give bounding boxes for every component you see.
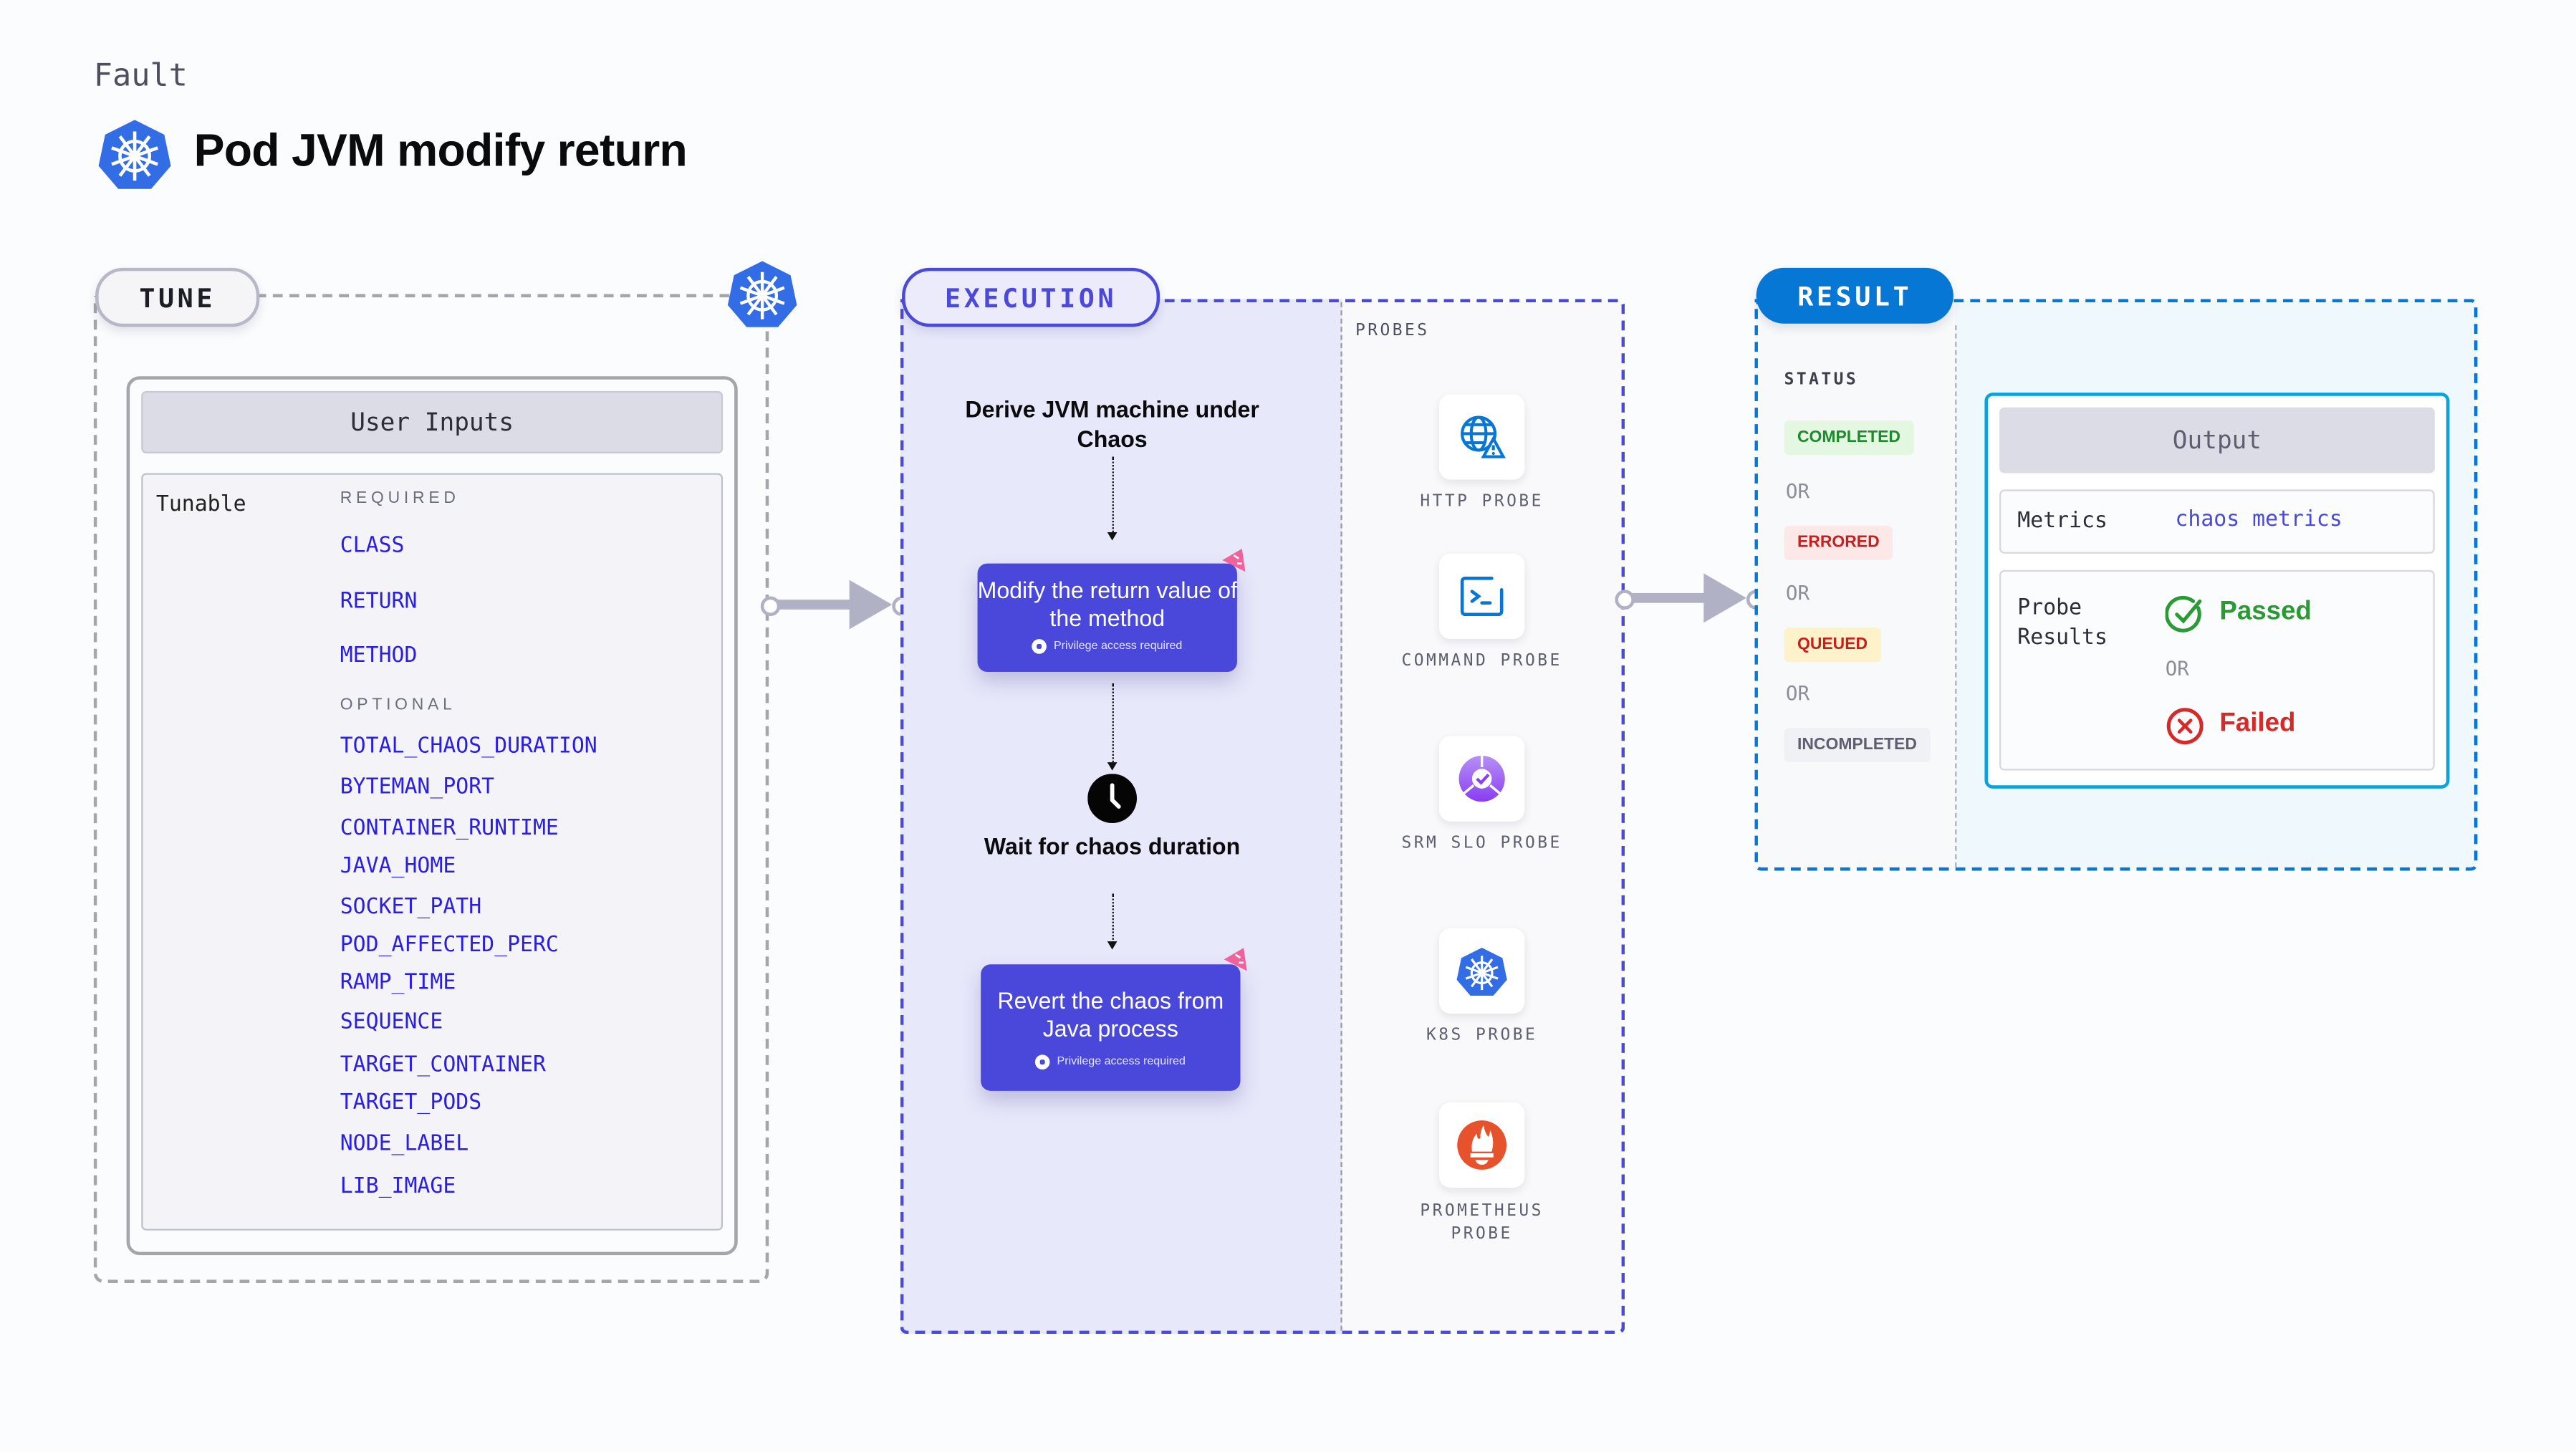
lock-icon [1032,639,1047,654]
prometheus-icon [1457,1120,1507,1170]
status-label: STATUS [1784,371,1859,390]
probe-k8s-label: K8S PROBE [1426,1027,1538,1045]
output-title: Output [1999,407,2435,473]
param-optional: TARGET_CONTAINER [340,1053,546,1078]
param-optional: SOCKET_PATH [340,895,482,920]
probe-k8s[interactable] [1439,928,1525,1014]
privilege-note: Privilege access required [978,639,1237,654]
probe-results-label-2: Results [2017,625,2108,651]
status-badge-errored: ERRORED [1784,525,1893,561]
probe-srm-slo-label: SRM SLO PROBE [1401,835,1562,853]
terminal-icon [1460,576,1504,617]
globe-warning-icon [1461,415,1506,458]
step-modify-card: Modify the return value of the method Pr… [977,563,1237,673]
step-derive: Derive JVM machine under Chaos [965,395,1259,452]
status-badge-queued: QUEUED [1784,628,1881,663]
param-optional: RAMP_TIME [340,971,456,996]
tunable-label: Tunable [155,493,246,518]
probe-prometheus-label: PROMETHEUS PROBE [1420,1202,1544,1244]
metrics-value[interactable]: chaos metrics [2175,508,2342,532]
chaos-tag-icon [1222,548,1246,572]
check-circle-icon [2165,595,2202,633]
kubernetes-icon [727,261,797,327]
probe-prometheus[interactable] [1439,1102,1525,1188]
flow-line [1112,683,1114,763]
fault-diagram: Fault Pod JVM modify return TUNE User In… [0,0,2576,1452]
param-required: METHOD [340,644,418,669]
or-label: OR [1785,581,1810,605]
chaos-tag-icon [1224,948,1247,971]
user-inputs-title: User Inputs [141,390,724,453]
result-passed: Passed [2219,597,2312,626]
kubernetes-icon [1456,946,1507,995]
result-failed: Failed [2219,709,2296,738]
flow-arrow [1107,532,1118,541]
param-optional: JAVA_HOME [340,854,456,879]
flow-arrow [1107,941,1118,950]
probe-command-label: COMMAND PROBE [1401,652,1562,670]
privilege-text: Privilege access required [1057,1056,1186,1068]
x-circle-icon [2166,708,2203,745]
kubernetes-icon [98,120,171,189]
connector-line [1626,592,1709,603]
privilege-text: Privilege access required [1053,640,1183,653]
user-inputs-body [141,473,724,1231]
step-wait: Wait for chaos duration [984,832,1241,860]
result-divider [1955,325,1957,867]
param-optional: SEQUENCE [340,1010,443,1035]
flow-arrow [1107,762,1118,771]
or-label: OR [2165,657,2189,681]
lock-icon [1035,1054,1051,1070]
optional-label: OPTIONAL [340,696,456,715]
kind-label: Fault [93,57,188,94]
param-required: RETURN [340,590,418,615]
probe-http[interactable] [1439,394,1525,480]
param-optional: NODE_LABEL [340,1132,469,1157]
clock-icon [1087,774,1138,823]
param-optional: TOTAL_CHAOS_DURATION [340,734,597,759]
tune-pill: TUNE [95,267,260,327]
page-title: Pod JVM modify return [193,125,688,176]
param-required: CLASS [340,534,405,559]
connector-dot [760,596,781,617]
connector-arrow [1703,573,1746,623]
step-modify-text: Modify the return value of the method [977,576,1237,631]
param-optional: POD_AFFECTED_PERC [340,933,559,958]
execution-divider [1340,302,1342,1331]
probe-results-label-1: Probe [2017,596,2082,621]
status-badge-completed: COMPLETED [1784,420,1914,456]
probes-label: PROBES [1355,322,1430,340]
connector-arrow [849,580,893,630]
param-optional: CONTAINER_RUNTIME [340,816,559,842]
tune-border-top [256,294,730,298]
param-optional: BYTEMAN_PORT [340,775,495,800]
or-label: OR [1785,681,1810,705]
or-label: OR [1785,479,1810,503]
probe-http-label: HTTP PROBE [1420,493,1544,511]
connector-line [772,600,855,610]
step-revert-card: Revert the chaos from Java process Privi… [981,964,1241,1091]
param-optional: TARGET_PODS [340,1090,482,1116]
connector-dot [1615,590,1635,610]
required-label: REQUIRED [340,489,460,508]
result-pill: RESULT [1756,267,1953,324]
param-optional: LIB_IMAGE [340,1174,456,1200]
slo-icon [1458,755,1505,802]
step-revert-text: Revert the chaos from Java process [997,987,1224,1042]
status-badge-incompleted: INCOMPLETED [1784,727,1931,763]
probe-command[interactable] [1439,553,1525,640]
execution-pill: EXECUTION [902,267,1160,327]
privilege-note: Privilege access required [981,1054,1240,1070]
metrics-label: Metrics [2017,509,2108,534]
probe-srm-slo[interactable] [1439,736,1525,822]
flow-line [1112,456,1114,533]
flow-line [1112,893,1114,943]
